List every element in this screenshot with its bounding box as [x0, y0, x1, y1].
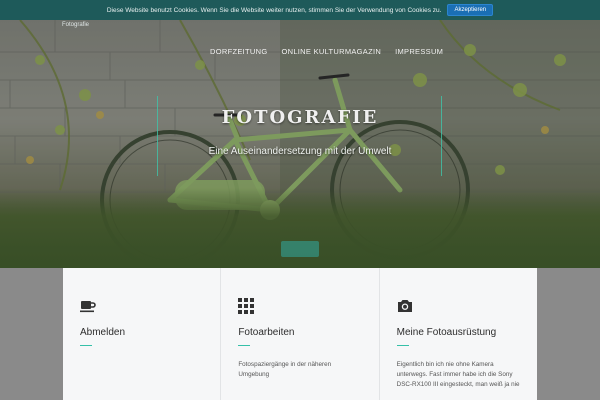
- main-navigation: DORFZEITUNG ONLINE KULTURMAGAZIN IMPRESS…: [210, 47, 443, 56]
- nav-item-online-kulturmagazin[interactable]: ONLINE KULTURMAGAZIN: [281, 47, 381, 56]
- feature-divider: [238, 345, 251, 346]
- feature-box-fotoarbeiten[interactable]: Fotoarbeiten Fotospaziergänge in der näh…: [221, 268, 380, 400]
- feature-title: Fotoarbeiten: [238, 327, 295, 338]
- coffee-cup-icon: [80, 301, 96, 313]
- nav-item-impressum[interactable]: IMPRESSUM: [395, 47, 443, 56]
- hero-title: FOTOGRAFIE: [221, 107, 379, 128]
- hero-banner: Fotografie DORFZEITUNG ONLINE KULTURMAGA…: [0, 20, 600, 268]
- feature-title: Meine Fotoausrüstung: [396, 327, 497, 338]
- cookie-banner: Diese Website benutzt Cookies. Wenn Sie …: [0, 0, 600, 20]
- grid-icon: [238, 298, 255, 314]
- feature-text: Eigentlich bin ich nie ohne Kamera unter…: [396, 361, 520, 389]
- feature-box-fotoausruestung[interactable]: Meine Fotoausrüstung Eigentlich bin ich …: [379, 268, 537, 400]
- feature-box-abmelden[interactable]: Abmelden: [63, 268, 222, 400]
- cookie-message: Diese Website benutzt Cookies. Wenn Sie …: [106, 6, 442, 14]
- cookie-accept-button[interactable]: Akzeptieren: [447, 4, 494, 16]
- feature-divider: [80, 345, 92, 346]
- hero-subtitle: Eine Auseinandersetzung mit der Umwelt: [208, 146, 392, 157]
- feature-title: Abmelden: [80, 327, 126, 338]
- feature-boxes: Abmelden Fotoarbeiten Fotospaziergänge i…: [63, 268, 537, 400]
- camera-icon: [397, 300, 412, 312]
- site-logo[interactable]: Fotografie: [62, 22, 89, 28]
- feature-text: Fotospaziergänge in der näheren Umgebung: [238, 361, 332, 379]
- scroll-down-button[interactable]: [281, 241, 319, 257]
- feature-divider: [396, 345, 409, 346]
- nav-item-dorfzeitung[interactable]: DORFZEITUNG: [210, 47, 267, 56]
- hero-overlay: [0, 20, 600, 268]
